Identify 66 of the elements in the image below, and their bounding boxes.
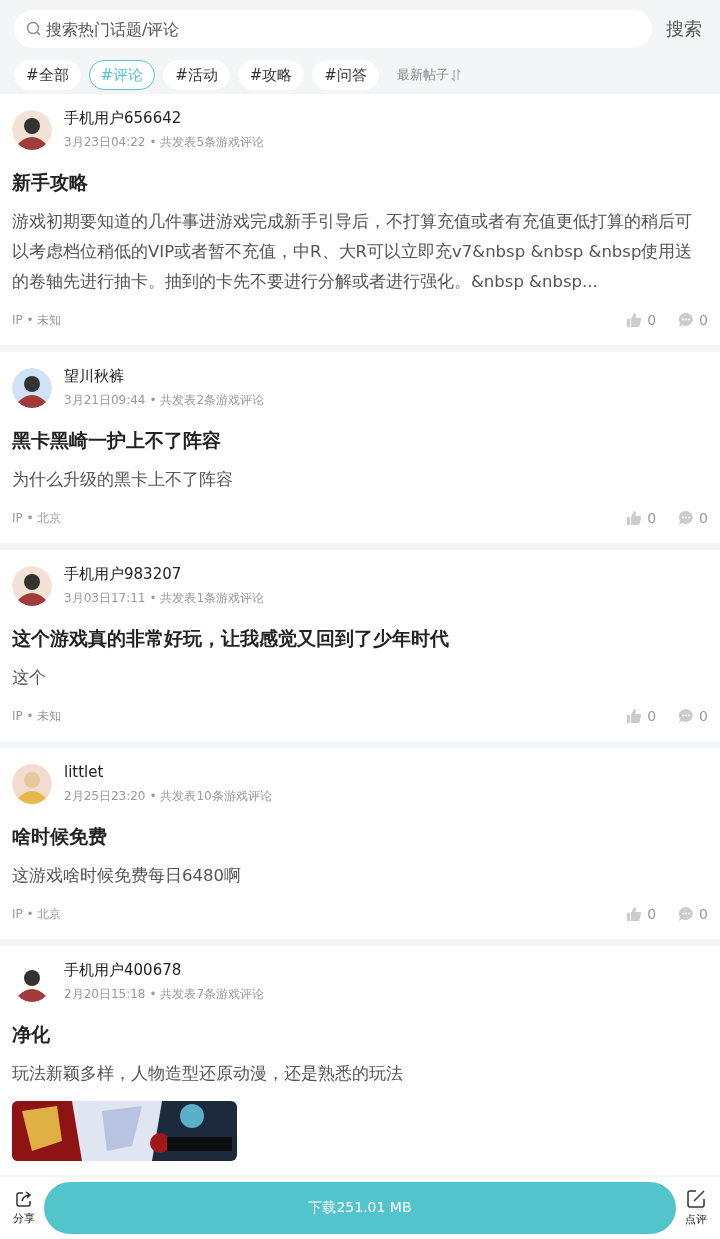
comment-count: 0 bbox=[699, 312, 708, 328]
post-time: 3月03日17:11 bbox=[64, 590, 146, 607]
post-body: 这游戏啥时候免费每日6480啊 bbox=[12, 865, 242, 887]
avatar bbox=[12, 368, 52, 408]
search-field[interactable]: 搜索热门话题/评论 bbox=[14, 10, 652, 48]
post-time: 2月25日23:20 bbox=[64, 788, 146, 805]
comment-icon[interactable] bbox=[678, 510, 695, 526]
post-title: 这个游戏真的非常好玩，让我感觉又回到了少年时代 bbox=[12, 626, 450, 651]
like-count: 0 bbox=[647, 906, 657, 922]
post-title: 啥时候免费 bbox=[12, 824, 108, 849]
post-body: 为什么升级的黑卡上不了阵容 bbox=[12, 469, 234, 491]
avatar bbox=[12, 110, 52, 150]
post-time: 3月21日09:44 bbox=[64, 392, 146, 409]
filter-tab[interactable]: #活动 bbox=[163, 60, 230, 90]
thumbs-up-icon[interactable] bbox=[626, 906, 643, 922]
review-button[interactable]: 点评 bbox=[682, 1189, 710, 1227]
comment-count: 0 bbox=[699, 906, 708, 922]
like-count: 0 bbox=[647, 708, 657, 724]
edit-icon bbox=[686, 1189, 706, 1209]
post-card[interactable]: 手机用户400678 2月20日15:18 • 共发表7条游戏评论 净化 玩法新颖多样，人物造型还原动漫，还是熟悉的玩法 bbox=[0, 946, 720, 1175]
like-count: 0 bbox=[647, 312, 657, 328]
sort-icon[interactable] bbox=[450, 68, 461, 82]
post-title: 黑卡黑崎一护上不了阵容 bbox=[12, 428, 222, 453]
user-name: 望川秋裤 bbox=[64, 366, 125, 386]
avatar bbox=[12, 764, 52, 804]
post-body: 这个 bbox=[12, 667, 47, 689]
search-button[interactable]: 搜索 bbox=[662, 17, 706, 41]
user-name: 手机用户656642 bbox=[64, 108, 183, 128]
post-meta: • 共发表2条游戏评论 bbox=[149, 392, 265, 409]
user-name: littlet bbox=[64, 762, 105, 782]
ip-location: IP • 北京 bbox=[12, 905, 63, 923]
avatar bbox=[12, 566, 52, 606]
comment-icon[interactable] bbox=[678, 906, 695, 922]
thumbs-up-icon[interactable] bbox=[626, 312, 643, 328]
share-button[interactable]: 分享 bbox=[10, 1190, 38, 1226]
post-title: 新手攻略 bbox=[12, 170, 89, 195]
user-name: 手机用户400678 bbox=[64, 960, 183, 980]
post-meta: • 共发表5条游戏评论 bbox=[149, 134, 265, 151]
comment-count: 0 bbox=[699, 510, 708, 526]
search-icon bbox=[26, 21, 42, 37]
post-card[interactable]: 手机用户656642 3月23日04:22 • 共发表5条游戏评论 新手攻略 游戏初期要知道的几件事进游戏完成新手引导后，不打算充值或者有充值更低打算的稍后可以考虑档位稍低的VIP或者暂不充值，中R、大R可以立即充v7&nbsp &nbsp &nbsp使用送的卷轴先进行抽卡。抽到的卡先不要进行分解或者进行强化。&nbsp &nbsp... IP • 未知 0 0 bbox=[0, 94, 720, 345]
filter-tab[interactable]: #问答 bbox=[312, 60, 379, 90]
like-count: 0 bbox=[647, 510, 657, 526]
comment-icon[interactable] bbox=[678, 708, 695, 724]
ip-location: IP • 北京 bbox=[12, 509, 63, 527]
post-card[interactable]: 望川秋裤 3月21日09:44 • 共发表2条游戏评论 黑卡黑崎一护上不了阵容 为什么升级的黑卡上不了阵容 IP • 北京 0 0 bbox=[0, 352, 720, 543]
thumbs-up-icon[interactable] bbox=[626, 510, 643, 526]
post-meta: • 共发表7条游戏评论 bbox=[149, 986, 265, 1003]
thumbs-up-icon[interactable] bbox=[626, 708, 643, 724]
post-card[interactable]: 手机用户983207 3月03日17:11 • 共发表1条游戏评论 这个游戏真的非常好玩，让我感觉又回到了少年时代 这个 IP • 未知 0 0 bbox=[0, 550, 720, 741]
post-body: 游戏初期要知道的几件事进游戏完成新手引导后，不打算充值或者有充值更低打算的稍后可以考虑档位稍低的VIP或者暂不充值，中R、大R可以立即充v7&nbsp &nbsp &nbsp使用送的卷轴先进行抽卡。抽到的卡先不要进行分解或者进行强化。&nbsp &nbsp... bbox=[12, 211, 694, 293]
comment-icon[interactable] bbox=[678, 312, 695, 328]
comment-count: 0 bbox=[699, 708, 708, 724]
post-body: 玩法新颖多样，人物造型还原动漫，还是熟悉的玩法 bbox=[12, 1063, 404, 1085]
share-icon bbox=[15, 1190, 33, 1208]
filter-tab[interactable]: #攻略 bbox=[237, 60, 305, 90]
ip-location: IP • 未知 bbox=[12, 707, 63, 725]
post-meta: • 共发表10条游戏评论 bbox=[149, 788, 272, 805]
filter-tab[interactable]: #全部 bbox=[14, 60, 81, 90]
post-card[interactable]: littlet 2月25日23:20 • 共发表10条游戏评论 啥时候免费 这游戏啥时候免费每日6480啊 IP • 北京 0 0 bbox=[0, 748, 720, 939]
post-title: 净化 bbox=[12, 1022, 51, 1047]
post-time: 2月20日15:18 bbox=[64, 986, 146, 1003]
user-name: 手机用户983207 bbox=[64, 564, 183, 584]
post-time: 3月23日04:22 bbox=[64, 134, 146, 151]
post-meta: • 共发表1条游戏评论 bbox=[149, 590, 265, 607]
ip-location: IP • 未知 bbox=[12, 311, 63, 329]
